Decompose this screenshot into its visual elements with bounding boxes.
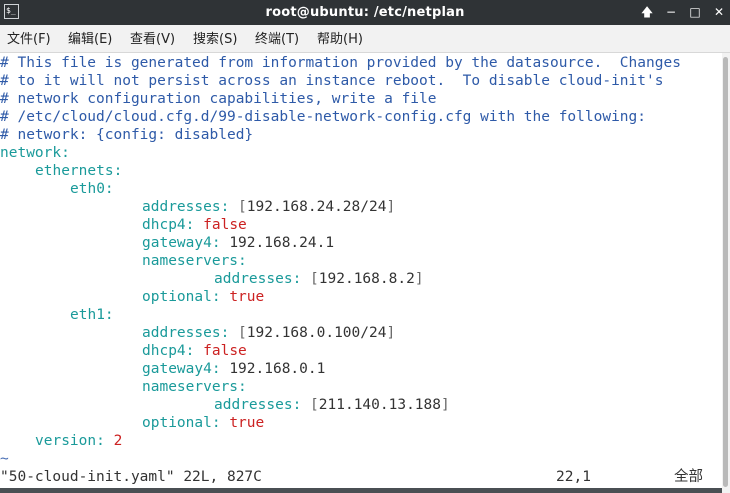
gateway-value: 192.168.0.1	[229, 361, 326, 377]
minimize-button[interactable]: −	[661, 2, 681, 22]
yaml-gateway-line: gateway4: 192.168.0.1	[142, 361, 326, 377]
dhcp4-value: false	[203, 217, 247, 233]
yaml-ns-addresses-line: addresses: [211.140.13.188]	[214, 397, 450, 413]
yaml-optional-line: optional: true	[142, 415, 265, 431]
comment-line: # network: {config: disabled}	[0, 127, 254, 143]
status-scroll-position: 全部	[674, 469, 703, 485]
yaml-interface-line: eth1:	[70, 307, 114, 323]
vertical-scrollbar[interactable]	[722, 53, 730, 493]
yaml-ethernets-line: ethernets:	[35, 163, 123, 179]
interface-name: eth1	[70, 307, 105, 323]
nameserver-value: 192.168.8.2	[318, 271, 415, 287]
version-value: 2	[113, 433, 123, 449]
optional-value: true	[229, 415, 265, 431]
menu-terminal[interactable]: 终端(T)	[255, 25, 299, 52]
empty-line-tilde: ~	[0, 451, 9, 467]
yaml-ns-addresses-line: addresses: [192.168.8.2]	[214, 271, 424, 287]
window-bottom-edge	[0, 488, 722, 493]
window-title: root@ubuntu: /etc/netplan	[265, 5, 465, 20]
gateway-value: 192.168.24.1	[229, 235, 335, 251]
terminal-content[interactable]: # This file is generated from informatio…	[0, 53, 722, 493]
comment-line: # to it will not persist across an insta…	[0, 73, 664, 89]
maximize-button[interactable]: □	[685, 2, 705, 22]
comment-line: # This file is generated from informatio…	[0, 55, 681, 71]
menu-bar: 文件(F) 编辑(E) 查看(V) 搜索(S) 终端(T) 帮助(H)	[0, 25, 730, 53]
arrow-up-icon[interactable]: 🡅	[637, 2, 657, 22]
yaml-dhcp4-line: dhcp4: false	[142, 217, 247, 233]
yaml-nameservers-line: nameservers:	[142, 253, 247, 269]
yaml-key: network	[0, 145, 62, 161]
yaml-dhcp4-line: dhcp4: false	[142, 343, 247, 359]
dhcp4-value: false	[203, 343, 247, 359]
yaml-interface-line: eth0:	[70, 181, 114, 197]
title-bar: $_ root@ubuntu: /etc/netplan 🡅 − □ ✕	[0, 0, 730, 25]
optional-value: true	[229, 289, 265, 305]
interface-name: eth0	[70, 181, 105, 197]
menu-view[interactable]: 查看(V)	[130, 25, 175, 52]
address-value: 192.168.0.100/24	[246, 325, 387, 341]
scrollbar-thumb[interactable]	[723, 57, 728, 487]
address-value: 192.168.24.28/24	[246, 199, 387, 215]
close-button[interactable]: ✕	[709, 2, 729, 22]
yaml-network-line: network:	[0, 145, 70, 161]
yaml-optional-line: optional: true	[142, 289, 265, 305]
yaml-addresses-line: addresses: [192.168.0.100/24]	[142, 325, 396, 341]
menu-file[interactable]: 文件(F)	[7, 25, 51, 52]
nameserver-value: 211.140.13.188	[318, 397, 441, 413]
yaml-gateway-line: gateway4: 192.168.24.1	[142, 235, 335, 251]
menu-search[interactable]: 搜索(S)	[193, 25, 237, 52]
status-cursor-position: 22,1	[556, 469, 591, 485]
yaml-addresses-line: addresses: [192.168.24.28/24]	[142, 199, 396, 215]
yaml-version-line: version: 2	[35, 433, 123, 449]
status-file-info: "50-cloud-init.yaml" 22L, 827C	[0, 469, 262, 485]
yaml-nameservers-line: nameservers:	[142, 379, 247, 395]
yaml-key: ethernets	[35, 163, 114, 179]
menu-edit[interactable]: 编辑(E)	[68, 25, 112, 52]
menu-help[interactable]: 帮助(H)	[317, 25, 363, 52]
comment-line: # network configuration capabilities, wr…	[0, 91, 437, 107]
comment-line: # /etc/cloud/cloud.cfg.d/99-disable-netw…	[0, 109, 647, 125]
